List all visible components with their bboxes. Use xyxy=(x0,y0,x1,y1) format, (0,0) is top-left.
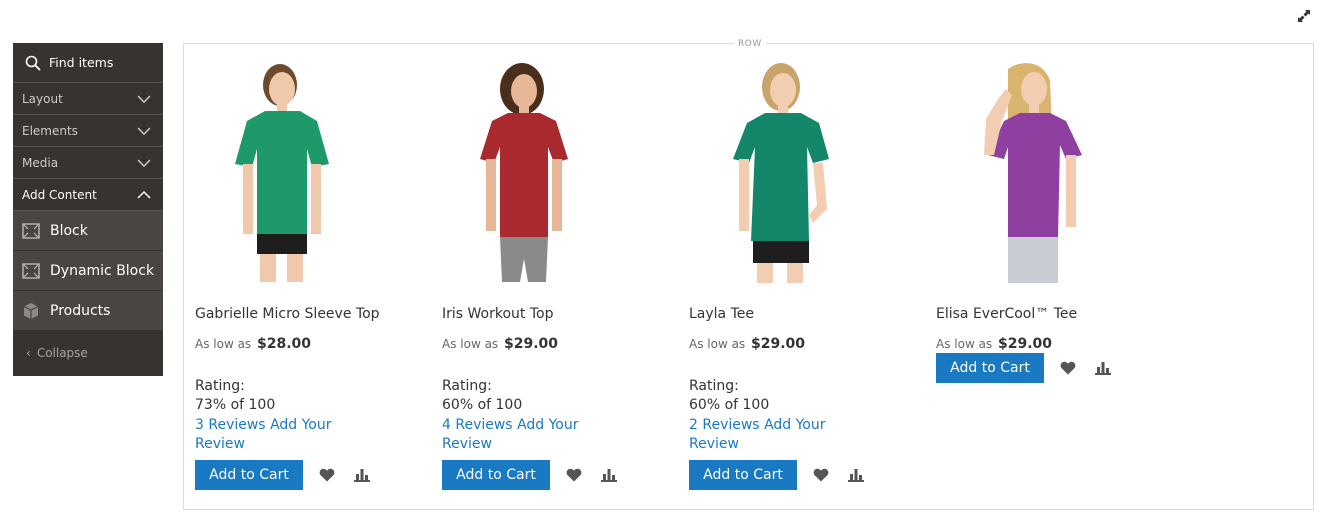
panel-item-label: Dynamic Block xyxy=(50,262,155,279)
price-value: $29.00 xyxy=(998,336,1053,352)
price-prefix: As low as xyxy=(195,337,252,351)
chevron-down-icon xyxy=(137,126,151,135)
collapse-button[interactable]: ‹ Collapse xyxy=(13,331,163,374)
product-price: As low as $29.00 xyxy=(442,336,558,352)
price-value: $28.00 xyxy=(257,336,312,352)
product-image[interactable] xyxy=(442,59,672,284)
product-card: Gabrielle Micro Sleeve Top As low as $28… xyxy=(195,59,425,490)
find-items-label: Find items xyxy=(49,55,114,70)
rating-value: 60% of 100 xyxy=(689,397,770,413)
heart-icon[interactable] xyxy=(811,465,831,485)
reviews-links: 3 Reviews Add Your Review xyxy=(195,416,345,454)
product-actions: Add to Cart xyxy=(689,460,866,490)
product-card: Iris Workout Top As low as $29.00 Rating… xyxy=(442,59,672,490)
reviews-link[interactable]: 4 Reviews xyxy=(442,417,513,433)
product-actions: Add to Cart xyxy=(195,460,372,490)
products-box-icon xyxy=(22,302,40,319)
panel-item-label: Block xyxy=(50,222,88,239)
product-card: Layla Tee As low as $29.00 Rating: 60% o… xyxy=(689,59,919,490)
panel-item-block[interactable]: Block xyxy=(13,211,163,251)
chevron-left-icon: ‹ xyxy=(26,345,31,360)
compare-icon[interactable] xyxy=(846,465,866,485)
add-to-cart-button[interactable]: Add to Cart xyxy=(936,353,1044,383)
add-to-cart-button[interactable]: Add to Cart xyxy=(195,460,303,490)
heart-icon[interactable] xyxy=(317,465,337,485)
panel-item-dynamic-block[interactable]: Dynamic Block xyxy=(13,251,163,291)
heart-icon[interactable] xyxy=(564,465,584,485)
chevron-up-icon xyxy=(137,190,151,199)
panel-item-products[interactable]: Products xyxy=(13,291,163,331)
search-icon xyxy=(25,55,41,71)
row-label: ROW xyxy=(734,39,766,49)
expand-icon xyxy=(1298,10,1310,22)
reviews-link[interactable]: 2 Reviews xyxy=(689,417,760,433)
product-image[interactable] xyxy=(195,59,425,284)
product-name[interactable]: Iris Workout Top xyxy=(442,306,553,322)
rating-label: Rating: xyxy=(195,378,245,394)
fullscreen-toggle[interactable] xyxy=(1294,6,1314,26)
rating-label: Rating: xyxy=(442,378,492,394)
row-container: ROW Gabrielle Micro Sleeve Top As low as… xyxy=(183,39,1314,510)
dynamic-block-icon xyxy=(22,262,40,279)
rating-value: 73% of 100 xyxy=(195,397,276,413)
rating-label: Rating: xyxy=(689,378,739,394)
section-media[interactable]: Media xyxy=(13,147,163,179)
price-value: $29.00 xyxy=(751,336,806,352)
product-name[interactable]: Layla Tee xyxy=(689,306,754,322)
add-to-cart-button[interactable]: Add to Cart xyxy=(442,460,550,490)
product-image[interactable] xyxy=(936,59,1166,284)
product-price: As low as $29.00 xyxy=(689,336,805,352)
panel-item-label: Products xyxy=(50,302,111,319)
price-prefix: As low as xyxy=(936,337,993,351)
compare-icon[interactable] xyxy=(1093,358,1113,378)
price-prefix: As low as xyxy=(442,337,499,351)
product-actions: Add to Cart xyxy=(442,460,619,490)
chevron-down-icon xyxy=(137,158,151,167)
section-elements[interactable]: Elements xyxy=(13,115,163,147)
reviews-links: 2 Reviews Add Your Review xyxy=(689,416,839,454)
section-label: Elements xyxy=(22,123,78,138)
section-layout[interactable]: Layout xyxy=(13,83,163,115)
product-image[interactable] xyxy=(689,59,919,284)
section-label: Add Content xyxy=(22,187,97,202)
product-name[interactable]: Elisa EverCool™ Tee xyxy=(936,306,1077,322)
heart-icon[interactable] xyxy=(1058,358,1078,378)
product-name[interactable]: Gabrielle Micro Sleeve Top xyxy=(195,306,380,322)
content-panel: Find items Layout Elements Media Add Con… xyxy=(13,43,163,376)
reviews-links: 4 Reviews Add Your Review xyxy=(442,416,592,454)
product-card: Elisa EverCool™ Tee As low as $29.00 Add… xyxy=(936,59,1166,383)
add-to-cart-button[interactable]: Add to Cart xyxy=(689,460,797,490)
product-price: As low as $29.00 xyxy=(936,336,1052,352)
rating-value: 60% of 100 xyxy=(442,397,523,413)
compare-icon[interactable] xyxy=(352,465,372,485)
price-prefix: As low as xyxy=(689,337,746,351)
section-label: Media xyxy=(22,155,59,170)
reviews-link[interactable]: 3 Reviews xyxy=(195,417,266,433)
product-actions: Add to Cart xyxy=(936,353,1113,383)
compare-icon[interactable] xyxy=(599,465,619,485)
collapse-label: Collapse xyxy=(36,345,88,360)
price-value: $29.00 xyxy=(504,336,559,352)
product-price: As low as $28.00 xyxy=(195,336,311,352)
section-label: Layout xyxy=(22,91,63,106)
find-items-search[interactable]: Find items xyxy=(13,43,163,83)
section-add-content[interactable]: Add Content xyxy=(13,179,163,211)
chevron-down-icon xyxy=(137,94,151,103)
block-icon xyxy=(22,222,40,239)
